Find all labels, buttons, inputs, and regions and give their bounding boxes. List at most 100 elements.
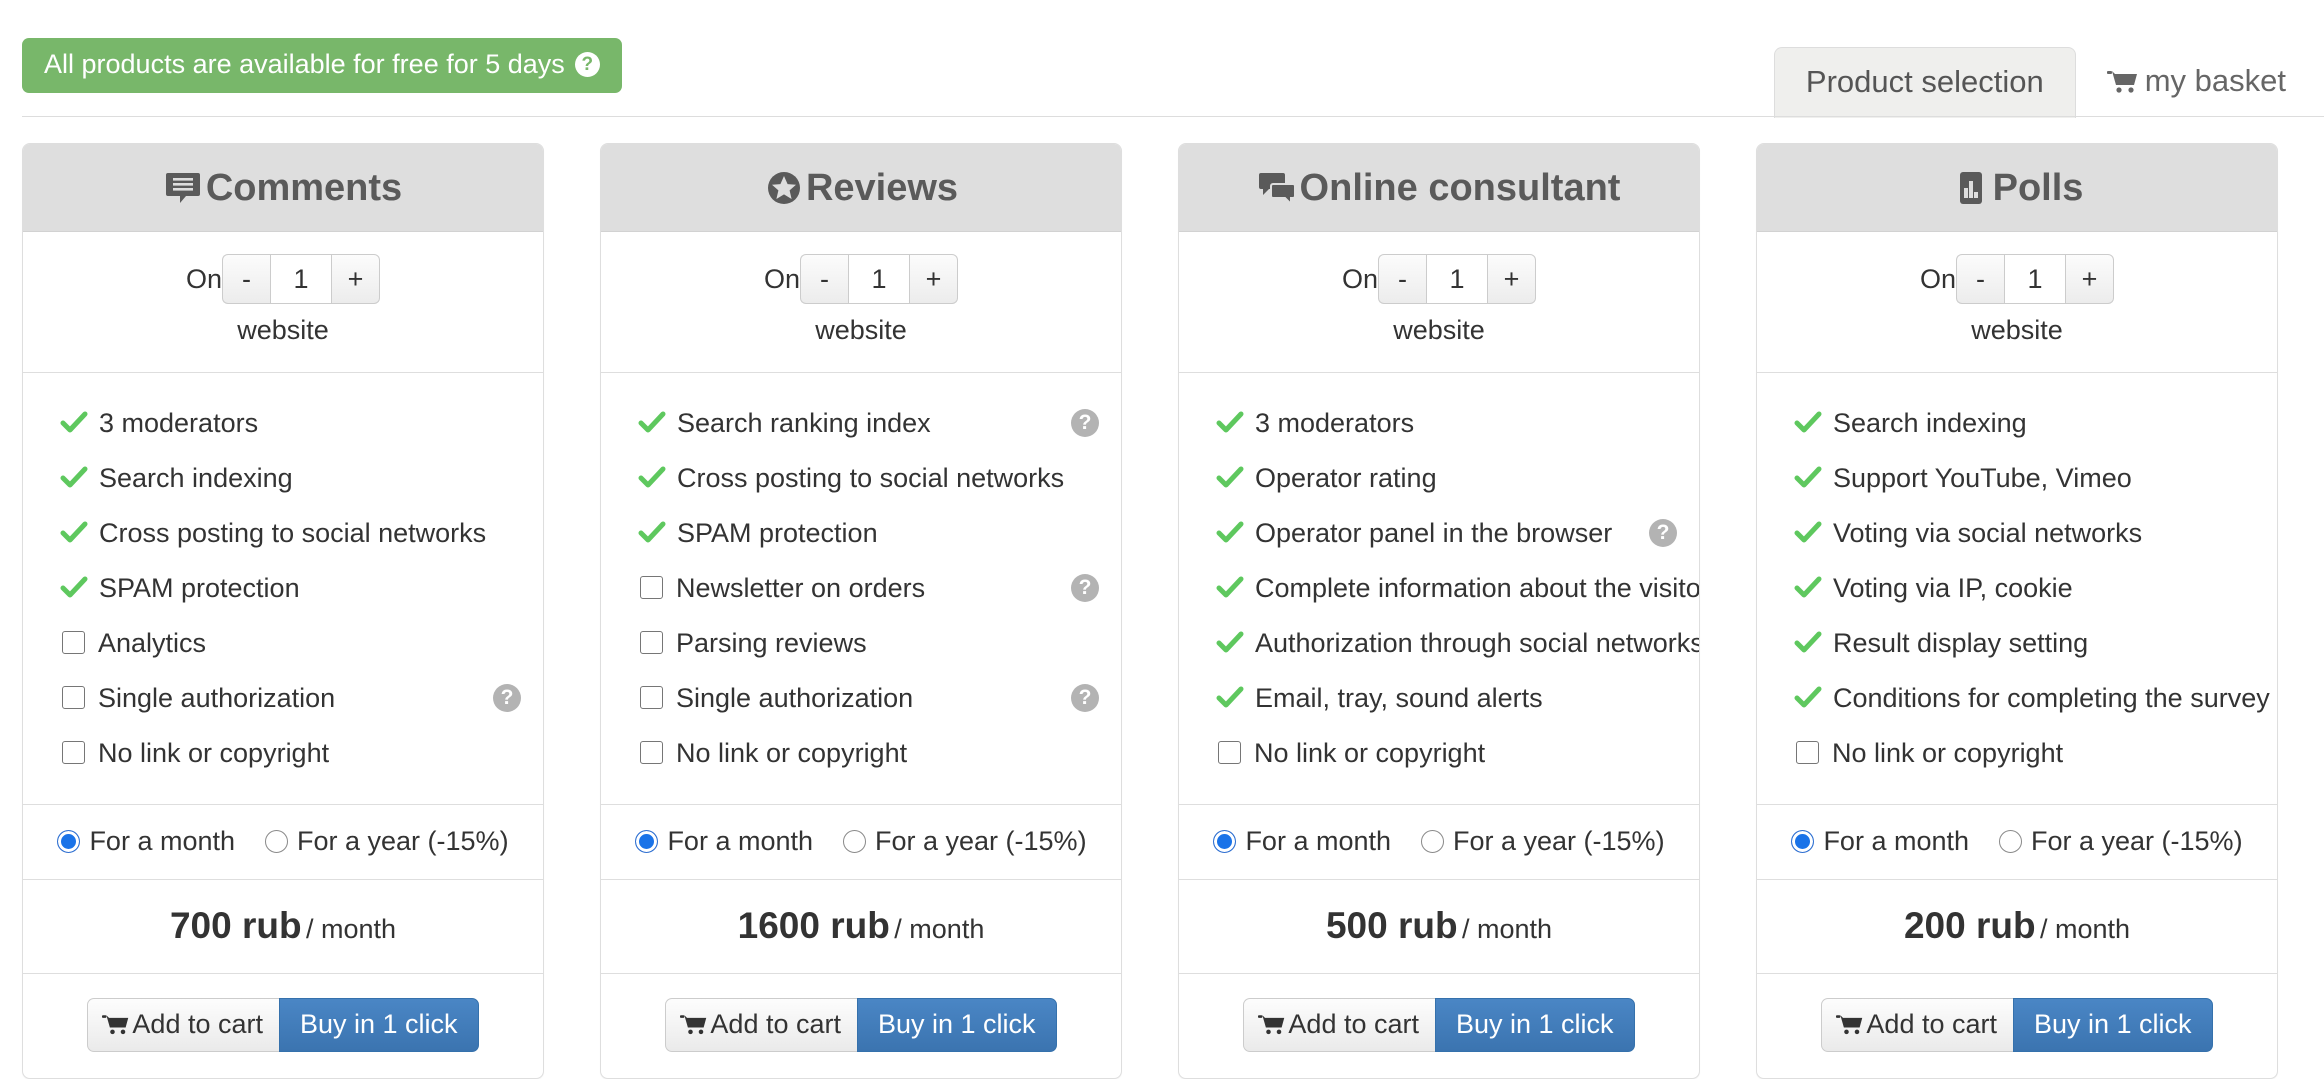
feature-item[interactable]: Single authorization ?: [601, 670, 1121, 725]
radio-indicator[interactable]: [635, 829, 659, 853]
radio-indicator[interactable]: [843, 829, 866, 853]
buy-in-one-click-button[interactable]: Buy in 1 click: [2013, 998, 2213, 1052]
check-icon: [1215, 573, 1245, 603]
feature-label: Single authorization: [98, 682, 336, 713]
buy-in-one-click-button[interactable]: Buy in 1 click: [1435, 998, 1635, 1052]
feature-list: Search ranking index ? Cross posting to …: [601, 373, 1121, 805]
radio-for-a-month[interactable]: For a month: [635, 825, 813, 857]
radio-indicator[interactable]: [1213, 829, 1237, 853]
tab-product-selection-label: Product selection: [1805, 64, 2044, 99]
feature-checkbox[interactable]: [1218, 741, 1241, 764]
tab-product-selection[interactable]: Product selection: [1773, 47, 2076, 118]
quantity-prefix-label: On: [1919, 264, 1957, 294]
feature-label: Cross posting to social networks: [99, 517, 487, 548]
check-icon: [59, 463, 89, 493]
radio-for-a-month[interactable]: For a month: [57, 825, 235, 857]
feature-label: Cross posting to social networks: [677, 462, 1065, 493]
radio-for-a-year[interactable]: For a year (-15%): [843, 825, 1087, 857]
quantity-decrement-button[interactable]: -: [1378, 254, 1427, 304]
add-to-cart-button[interactable]: Add to cart: [665, 998, 857, 1052]
help-icon[interactable]: ?: [1649, 518, 1677, 547]
feature-item: Authorization through social networks: [1179, 615, 1699, 670]
feature-checkbox[interactable]: [640, 576, 663, 599]
quantity-value[interactable]: 1: [270, 254, 333, 304]
check-icon: [59, 408, 89, 438]
feature-item[interactable]: Analytics: [23, 615, 543, 670]
shopping-cart-icon: [680, 1013, 708, 1035]
buy-in-one-click-button[interactable]: Buy in 1 click: [857, 998, 1057, 1052]
feature-label: Result display setting: [1833, 627, 2089, 658]
check-icon: [1793, 573, 1823, 603]
feature-item: Conditions for completing the survey: [1757, 670, 2277, 725]
quantity-stepper: - 1 +: [1378, 254, 1537, 304]
shopping-cart-icon: [2106, 69, 2139, 93]
quantity-decrement-button[interactable]: -: [800, 254, 849, 304]
feature-item[interactable]: Newsletter on orders ?: [601, 560, 1121, 615]
quantity-prefix-label: On: [763, 264, 801, 294]
radio-indicator[interactable]: [1421, 829, 1444, 853]
quantity-decrement-button[interactable]: -: [1956, 254, 2005, 304]
top-bar: All products are available for free for …: [0, 0, 2324, 118]
feature-item[interactable]: No link or copyright: [1179, 725, 1699, 780]
feature-checkbox[interactable]: [62, 631, 85, 654]
radio-for-a-year[interactable]: For a year (-15%): [265, 825, 509, 857]
tab-bar: Product selection my basket: [1773, 39, 2324, 118]
add-to-cart-button[interactable]: Add to cart: [1821, 998, 2013, 1052]
quantity-increment-button[interactable]: +: [1488, 254, 1537, 304]
feature-label: Search ranking index: [677, 407, 931, 438]
feature-checkbox[interactable]: [640, 686, 663, 709]
product-cards: Comments On - 1 + website 3 moderators S…: [0, 143, 2324, 1079]
feature-item: Cross posting to social networks: [23, 505, 543, 560]
radio-indicator[interactable]: [265, 829, 288, 853]
feature-checkbox[interactable]: [1796, 741, 1819, 764]
quantity-suffix-label: website: [1971, 315, 2063, 345]
star-circle-icon: [764, 168, 804, 208]
add-to-cart-label: Add to cart: [1866, 1009, 1997, 1039]
card-title: Comments: [205, 166, 403, 209]
feature-checkbox[interactable]: [62, 741, 85, 764]
help-icon[interactable]: ?: [1071, 573, 1099, 602]
comments-double-icon: [1258, 168, 1298, 208]
quantity-increment-button[interactable]: +: [2066, 254, 2115, 304]
quantity-decrement-button[interactable]: -: [222, 254, 271, 304]
radio-indicator[interactable]: [57, 829, 81, 853]
quantity-prefix-label: On: [185, 264, 223, 294]
feature-label: Single authorization: [676, 682, 914, 713]
billing-period-group: For a month For a year (-15%): [1179, 805, 1699, 880]
quantity-value[interactable]: 1: [848, 254, 911, 304]
feature-checkbox[interactable]: [640, 741, 663, 764]
feature-item[interactable]: No link or copyright: [23, 725, 543, 780]
check-icon: [1215, 683, 1245, 713]
quantity-increment-button[interactable]: +: [332, 254, 381, 304]
help-icon[interactable]: ?: [1071, 683, 1099, 712]
feature-item[interactable]: Single authorization ?: [23, 670, 543, 725]
radio-indicator[interactable]: [1791, 829, 1815, 853]
radio-for-a-year[interactable]: For a year (-15%): [1421, 825, 1665, 857]
feature-checkbox[interactable]: [640, 631, 663, 654]
shopping-cart-icon: [102, 1013, 130, 1035]
radio-indicator[interactable]: [1999, 829, 2022, 853]
help-icon[interactable]: ?: [493, 683, 521, 712]
feature-item[interactable]: Parsing reviews: [601, 615, 1121, 670]
feature-item[interactable]: No link or copyright: [1757, 725, 2277, 780]
feature-checkbox[interactable]: [62, 686, 85, 709]
radio-for-a-month[interactable]: For a month: [1791, 825, 1969, 857]
question-circle-icon[interactable]: ?: [574, 52, 600, 77]
quantity-value[interactable]: 1: [2004, 254, 2067, 304]
billing-period-group: For a month For a year (-15%): [23, 805, 543, 880]
quantity-increment-button[interactable]: +: [910, 254, 959, 304]
card-actions: Add to cart Buy in 1 click: [601, 974, 1121, 1078]
feature-label: 3 moderators: [1255, 407, 1415, 438]
quantity-value[interactable]: 1: [1426, 254, 1489, 304]
buy-in-one-click-button[interactable]: Buy in 1 click: [279, 998, 479, 1052]
add-to-cart-button[interactable]: Add to cart: [1243, 998, 1435, 1052]
price-section: 700 rub / month: [23, 880, 543, 974]
tab-my-basket[interactable]: my basket: [2076, 47, 2324, 117]
check-icon: [59, 573, 89, 603]
feature-item[interactable]: No link or copyright: [601, 725, 1121, 780]
card-actions: Add to cart Buy in 1 click: [1179, 974, 1699, 1078]
radio-for-a-year[interactable]: For a year (-15%): [1999, 825, 2243, 857]
help-icon[interactable]: ?: [1071, 408, 1099, 437]
add-to-cart-button[interactable]: Add to cart: [87, 998, 279, 1052]
radio-for-a-month[interactable]: For a month: [1213, 825, 1391, 857]
